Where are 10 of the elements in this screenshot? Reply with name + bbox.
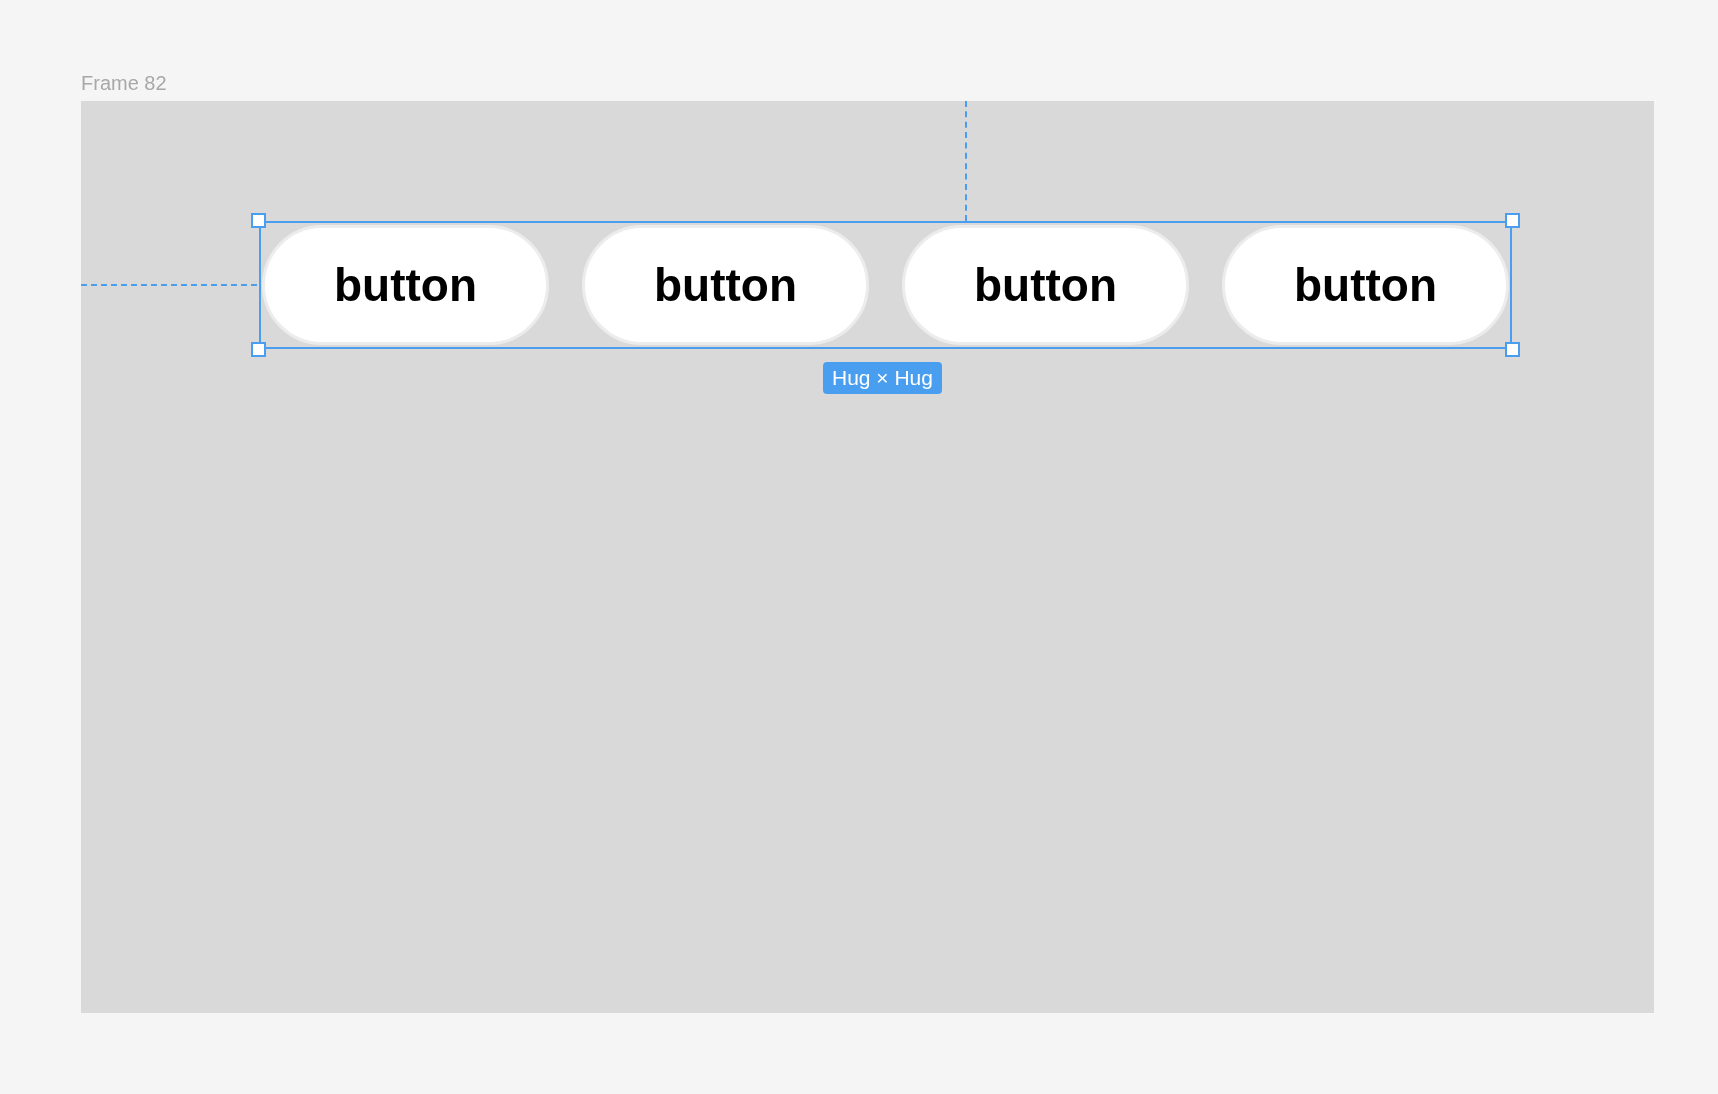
resize-handle[interactable] (251, 213, 266, 228)
selection-outline[interactable]: button button button button (259, 221, 1512, 349)
pill-button[interactable]: button (902, 225, 1189, 345)
size-badge: Hug × Hug (823, 362, 942, 394)
pill-button[interactable]: button (1222, 225, 1509, 345)
resize-handle[interactable] (1505, 342, 1520, 357)
pill-button[interactable]: button (262, 225, 549, 345)
resize-handle[interactable] (251, 342, 266, 357)
resize-handle[interactable] (1505, 213, 1520, 228)
pill-button[interactable]: button (582, 225, 869, 345)
